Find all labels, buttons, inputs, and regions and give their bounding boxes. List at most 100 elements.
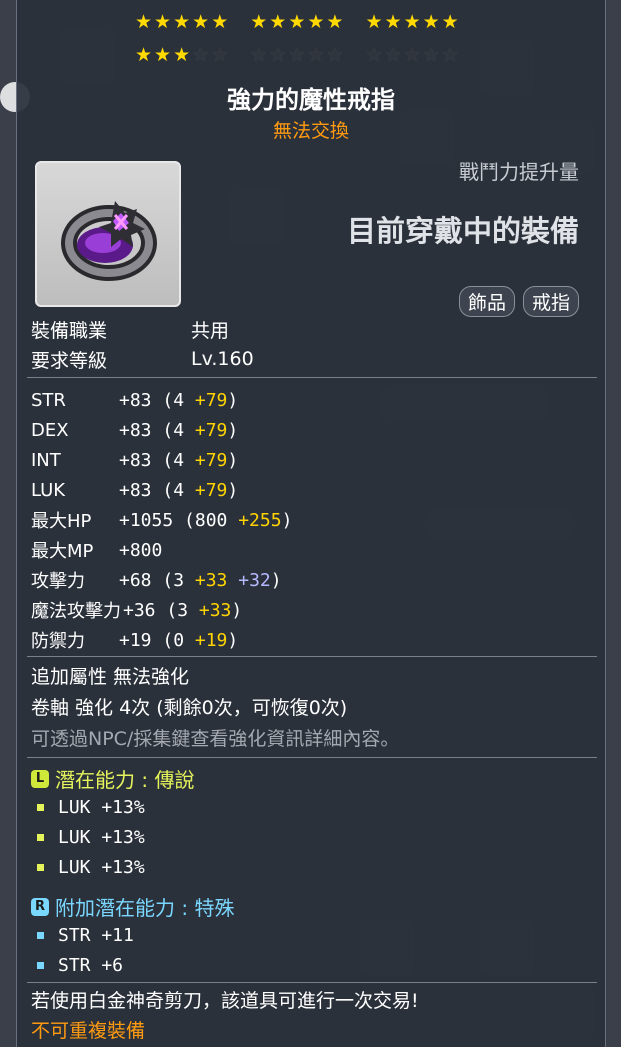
star-empty-icon: ★ [403,44,421,66]
star-empty-icon: ★ [250,44,268,66]
stat-base: +36 [123,599,156,621]
stat-bonus1: +79 [184,389,228,411]
trade-status: 無法交換 [272,120,349,142]
additional-potential-header: R 附加潛在能力 : 特殊 [31,892,234,921]
potential-line: LUK +13% [31,852,145,882]
stat-name: 最大MP [31,541,94,562]
bullet-icon [37,961,44,969]
star-filled-icon: ★ [422,11,440,33]
stat-row: DEX +83 (4 +79) [31,415,292,445]
equipped-status: 目前穿戴中的裝備 [346,214,579,248]
stat-base: +83 [119,419,152,441]
unique-equip-note: 不可重複裝備 [31,1020,146,1042]
purple-ring-icon [61,201,157,281]
stat-row: 防禦力 +19 (0 +19) [31,625,292,655]
divider [27,377,597,378]
stat-row: 魔法攻擊力 +36 (3 +33) [31,595,292,625]
star-empty-icon: ★ [384,44,402,66]
stat-row: 最大MP +800 [31,535,292,565]
potential-text: STR +11 [58,924,134,946]
scroll-upgrades: 卷軸 強化 4次 (剩餘0次，可恢復0次) [31,697,348,719]
stat-name: LUK [31,479,66,501]
star-group: ★ ★ ★ ★ ★ [135,12,228,32]
starforce-row-1: ★ ★ ★ ★ ★ ★ ★ ★ ★ ★ ★ ★ ★ ★ ★ [135,12,495,32]
star-filled-icon: ★ [403,11,421,33]
stat-open: (4 [151,389,185,411]
stat-base: +1055 [119,509,174,531]
stat-base: +83 [119,479,152,501]
stat-row: LUK +83 (4 +79) [31,475,292,505]
star-filled-icon: ★ [269,11,287,33]
stat-open: (4 [151,419,185,441]
star-filled-icon: ★ [365,11,383,33]
item-name: 強力的魔性戒指 [227,86,395,114]
star-filled-icon: ★ [135,11,153,33]
stat-bonus1: +19 [184,629,228,651]
star-filled-icon: ★ [154,44,172,66]
stat-name: STR [31,389,66,411]
stat-close: ) [227,479,239,501]
potential-line: STR +11 [31,920,134,950]
requirements: 裝備職業 共用 要求等級 Lv.160 [31,314,254,374]
star-group: ★ ★ ★ ★ ★ [250,45,343,65]
item-tags: 飾品 戒指 [458,286,579,317]
potential-header: L 潛在能力 : 傳說 [31,764,194,793]
stat-name: 防禦力 [31,631,85,652]
star-group: ★ ★ ★ ★ ★ [365,45,458,65]
bullet-icon [37,803,44,811]
requirement-level: 要求等級 Lv.160 [31,348,254,372]
additional-potential-lines: STR +11 STR +6 [31,920,134,980]
stat-name: 最大HP [31,511,92,532]
star-filled-icon: ★ [326,11,344,33]
stat-bonus2: +32 [227,569,271,591]
upgrade-hint: 可透過NPC/採集鍵查看強化資訊詳細內容。 [31,728,400,750]
item-tooltip: ★ ★ ★ ★ ★ ★ ★ ★ ★ ★ ★ ★ ★ ★ ★ ★ ★ ★ ★ ★ ★ ★ ★ ★ ★ ★ ★ ★ ★ ★ 強力的魔性戒指 … [16,0,606,1047]
stat-open: (4 [151,479,185,501]
star-empty-icon: ★ [365,44,383,66]
stat-open: (800 [173,509,228,531]
tag-ring: 戒指 [522,286,579,317]
star-empty-icon: ★ [269,44,287,66]
star-filled-icon: ★ [288,11,306,33]
stat-close: ) [227,389,239,411]
stat-close: ) [270,569,282,591]
stat-base: +800 [119,539,163,561]
stat-name: DEX [31,419,69,441]
stat-open: (3 [155,599,189,621]
potential-text: STR +6 [58,954,124,976]
stat-bonus1: +255 [227,509,282,531]
stat-name: 攻擊力 [31,571,85,592]
trade-note: 若使用白金神奇剪刀，該道具可進行一次交易! [31,990,419,1012]
stat-base: +83 [119,389,152,411]
stat-name: INT [31,449,61,471]
potential-lines: LUK +13% LUK +13% LUK +13% [31,792,145,882]
star-group: ★ ★ ★ ★ ★ [250,12,343,32]
stat-row: INT +83 (4 +79) [31,445,292,475]
stat-bonus1: +79 [184,419,228,441]
star-filled-icon: ★ [173,44,191,66]
potential-line: STR +6 [31,950,134,980]
stat-list: STR +83 (4 +79) DEX +83 (4 +79) INT +83 (4 +7… [31,385,292,655]
stat-bonus1: +79 [184,449,228,471]
star-empty-icon: ★ [441,44,459,66]
potential-title: 潛在能力 : 傳說 [55,768,195,792]
item-icon-frame [35,161,181,307]
star-filled-icon: ★ [154,11,172,33]
starforce-row-2: ★ ★ ★ ★ ★ ★ ★ ★ ★ ★ ★ ★ ★ ★ ★ [135,45,495,65]
star-empty-icon: ★ [307,44,325,66]
star-filled-icon: ★ [307,11,325,33]
potential-line: LUK +13% [31,792,145,822]
stat-close: ) [227,419,239,441]
stat-base: +68 [119,569,152,591]
stat-open: (0 [151,629,185,651]
legendary-badge-icon: L [31,769,49,788]
stat-close: ) [227,449,239,471]
divider [27,982,597,983]
potential-text: LUK +13% [58,826,145,848]
stat-open: (3 [151,569,185,591]
divider [27,757,597,758]
stat-bonus1: +33 [188,599,232,621]
star-empty-icon: ★ [288,44,306,66]
bullet-icon [37,931,44,939]
potential-text: LUK +13% [58,796,145,818]
